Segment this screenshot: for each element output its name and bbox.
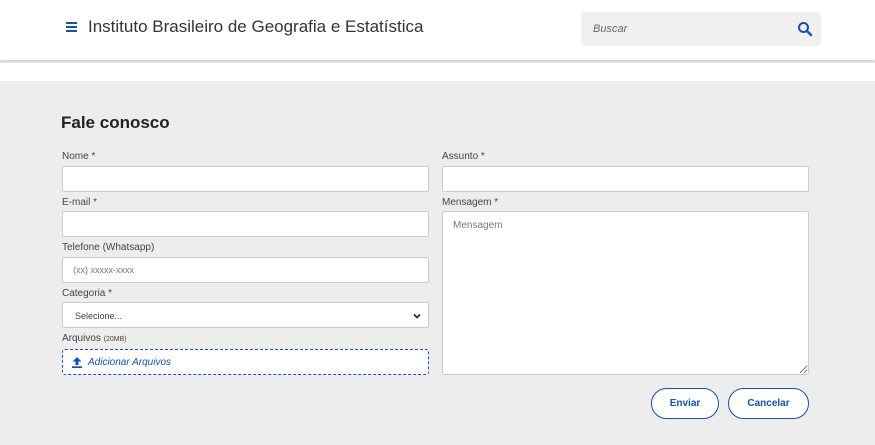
arquivos-label-text: Arquivos xyxy=(62,333,101,344)
upload-icon xyxy=(72,357,82,368)
email-label: E-mail * xyxy=(62,197,98,208)
arquivos-label: Arquivos (20MB) xyxy=(62,333,127,344)
add-files-button[interactable]: Adicionar Arquivos xyxy=(62,349,429,375)
telefone-label: Telefone (Whatsapp) xyxy=(62,242,155,253)
chevron-down-icon xyxy=(413,313,421,319)
email-input[interactable] xyxy=(62,211,429,237)
content-top-strip xyxy=(0,63,875,81)
categoria-select[interactable]: Selecione... xyxy=(62,302,429,328)
categoria-selected-value: Selecione... xyxy=(75,311,123,321)
telefone-input[interactable] xyxy=(62,257,429,283)
search-input[interactable] xyxy=(581,12,781,46)
site-header: Instituto Brasileiro de Geografia e Esta… xyxy=(0,0,875,60)
site-title[interactable]: Instituto Brasileiro de Geografia e Esta… xyxy=(88,17,423,37)
categoria-label: Categoria * xyxy=(62,288,113,299)
form-title: Fale conosco xyxy=(61,113,170,132)
arquivos-size-limit: (20MB) xyxy=(103,336,127,343)
assunto-label: Assunto * xyxy=(442,151,485,162)
search-icon[interactable] xyxy=(797,21,813,37)
mensagem-label: Mensagem * xyxy=(442,197,499,208)
nome-input[interactable] xyxy=(62,166,429,192)
mensagem-textarea[interactable] xyxy=(442,211,809,375)
hamburger-menu-icon[interactable] xyxy=(66,22,77,32)
assunto-input[interactable] xyxy=(442,166,809,192)
cancelar-button[interactable]: Cancelar xyxy=(728,388,809,419)
enviar-button[interactable]: Enviar xyxy=(651,388,719,419)
search-box xyxy=(581,12,821,46)
add-files-label: Adicionar Arquivos xyxy=(88,357,172,368)
nome-label: Nome * xyxy=(62,151,96,162)
